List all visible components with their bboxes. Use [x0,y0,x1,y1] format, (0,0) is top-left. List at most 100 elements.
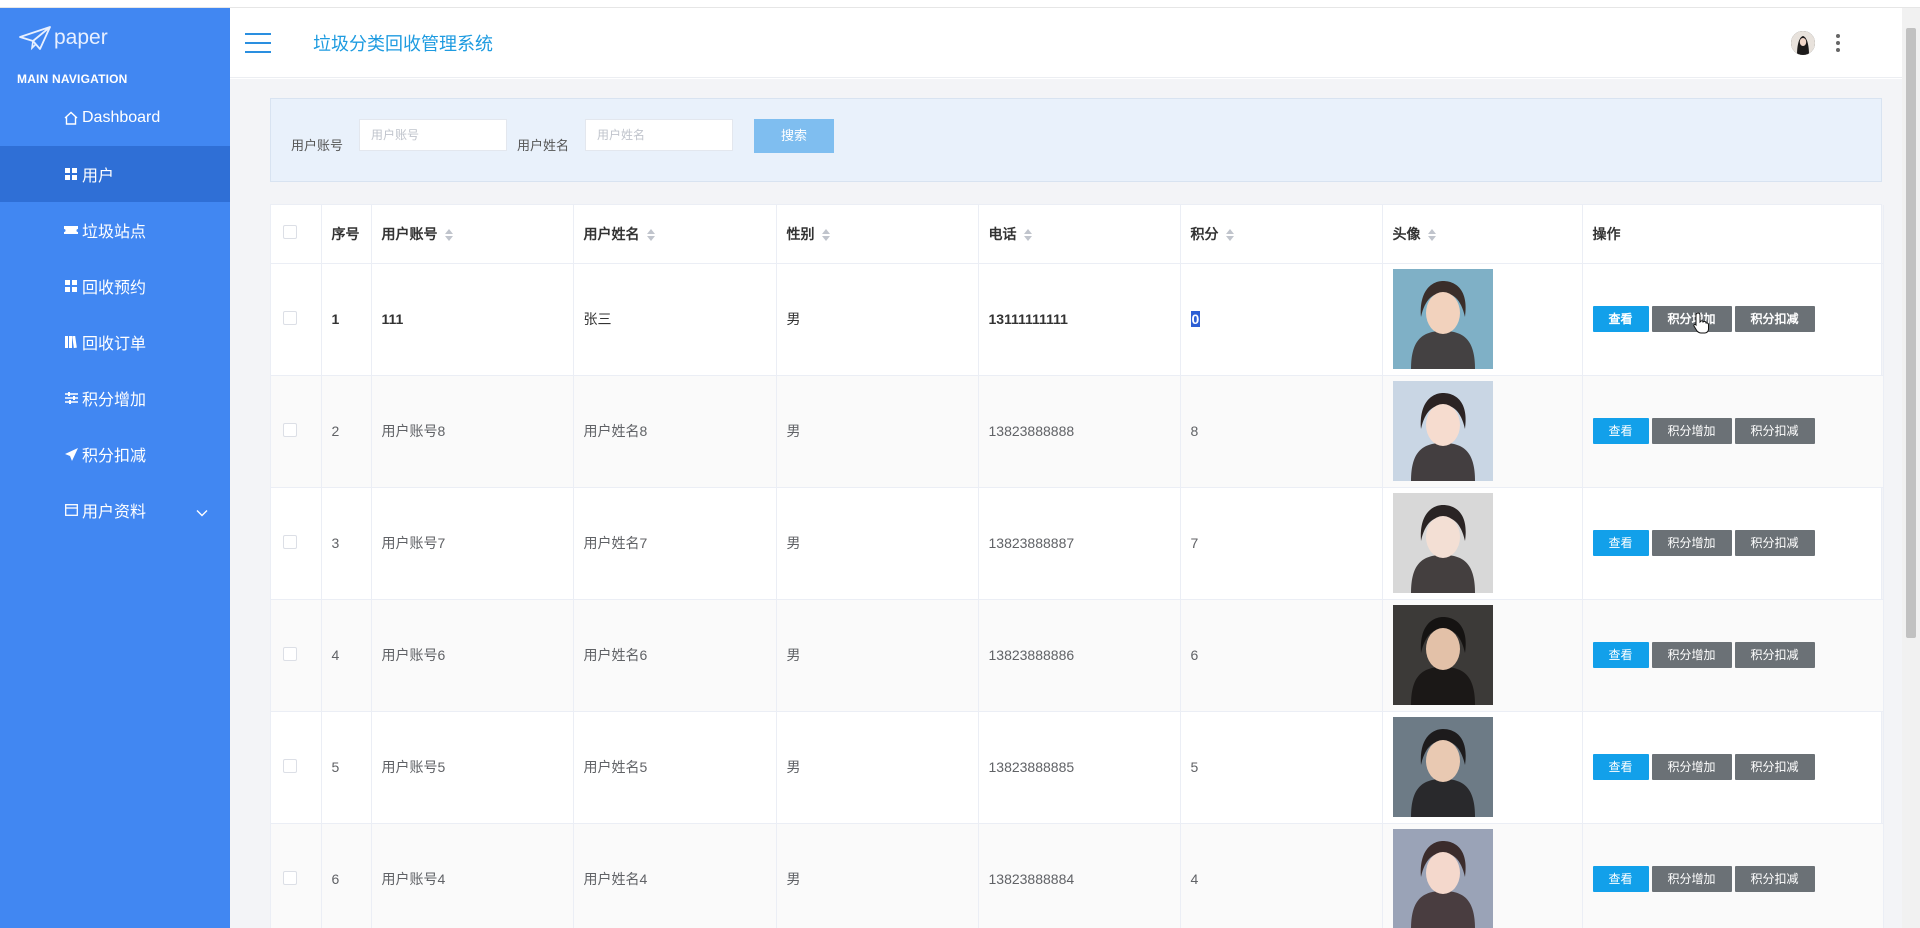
view-button[interactable]: 查看 [1592,306,1649,332]
phone-cell: 13823888886 [978,599,1181,712]
avatar-cell [1382,263,1583,376]
vertical-scrollbar[interactable] [1902,8,1920,928]
sidebar-item-orders[interactable]: 回收订单 [0,314,230,370]
column-header-name[interactable]: 用户姓名 [573,205,777,264]
sidebar-item-appointments[interactable]: 回收预约 [0,258,230,314]
view-button[interactable]: 查看 [1592,754,1649,780]
add-points-button[interactable]: 积分增加 [1651,642,1732,668]
add-points-button[interactable]: 积分增加 [1651,866,1732,892]
row-select-cell [271,599,322,712]
table-row[interactable]: 3 用户账号7 用户姓名7 男 13823888887 7 查看 积分增加 积分扣减 [271,487,1884,600]
points-cell: 7 [1180,487,1383,600]
phone-cell: 13823888885 [978,711,1181,824]
gender-cell: 男 [776,487,979,600]
view-button[interactable]: 查看 [1592,866,1649,892]
search-button[interactable]: 搜索 [754,119,834,153]
top-strip [0,0,1920,8]
user-avatar-image[interactable] [1392,717,1493,817]
user-avatar-image[interactable] [1392,605,1493,705]
deduct-points-button[interactable]: 积分扣减 [1734,754,1815,780]
table-header-row: 序号 用户账号 用户姓名 性别 电话 积分 头像 操作 [271,205,1884,264]
menu-toggle-icon[interactable] [245,32,271,53]
column-header-phone[interactable]: 电话 [978,205,1181,264]
view-button[interactable]: 查看 [1592,530,1649,556]
user-avatar-image[interactable] [1392,269,1493,369]
chevron-down-icon [196,504,208,522]
row-select-cell [271,823,322,928]
name-cell: 用户姓名6 [573,599,777,712]
points-value: 5 [1190,759,1199,775]
sort-icon[interactable] [1427,229,1437,242]
deduct-points-button[interactable]: 积分扣减 [1734,418,1815,444]
row-checkbox[interactable] [283,758,297,773]
view-button[interactable]: 查看 [1592,642,1649,668]
add-points-button[interactable]: 积分增加 [1651,418,1732,444]
table-row[interactable]: 4 用户账号6 用户姓名6 男 13823888886 6 查看 积分增加 积分扣减 [271,599,1884,712]
table-row[interactable]: 2 用户账号8 用户姓名8 男 13823888888 8 查看 积分增加 积分扣减 [271,375,1884,488]
points-cell: 0 [1180,263,1383,376]
add-points-button[interactable]: 积分增加 [1651,306,1732,332]
sidebar-item-user-profile[interactable]: 用户资料 [0,482,230,538]
select-all-checkbox[interactable] [283,225,297,240]
sidebar-item-users[interactable]: 用户 [0,146,265,202]
sort-icon[interactable] [1225,229,1235,242]
index-cell: 6 [321,823,372,928]
header-label: 用户姓名 [583,225,640,242]
header-label: 头像 [1392,225,1421,242]
book-icon [63,334,79,350]
nav-header: MAIN NAVIGATION [17,72,128,86]
user-avatar-image[interactable] [1392,493,1493,593]
column-header-account[interactable]: 用户账号 [371,205,574,264]
sort-icon[interactable] [821,229,831,242]
account-cell: 用户账号5 [371,711,574,824]
column-header-avatar[interactable]: 头像 [1382,205,1583,264]
user-avatar[interactable] [1791,31,1815,55]
deduct-points-button[interactable]: 积分扣减 [1734,530,1815,556]
points-value: 0 [1190,311,1201,327]
table-row[interactable]: 6 用户账号4 用户姓名4 男 13823888884 4 查看 积分增加 积分扣减 [271,823,1884,928]
points-cell: 6 [1180,599,1383,712]
user-avatar-image[interactable] [1392,829,1493,928]
sliders-icon [63,390,79,406]
column-header-points[interactable]: 积分 [1180,205,1383,264]
sort-icon[interactable] [1023,229,1033,242]
view-button[interactable]: 查看 [1592,418,1649,444]
main-content: 用户账号 用户账号 用户姓名 用户姓名 搜索 序号 用户账号 用户姓名 性别 电… [230,79,1902,928]
account-cell: 111 [371,263,574,376]
sort-icon[interactable] [646,229,656,242]
sidebar-item-stations[interactable]: 垃圾站点 [0,202,230,258]
row-checkbox[interactable] [283,310,297,325]
deduct-points-button[interactable]: 积分扣减 [1734,642,1815,668]
column-header-gender[interactable]: 性别 [776,205,979,264]
points-value: 6 [1190,647,1199,663]
sidebar-item-dashboard[interactable]: Dashboard [0,90,230,146]
row-checkbox[interactable] [283,534,297,549]
row-checkbox[interactable] [283,870,297,885]
sort-icon[interactable] [444,229,454,242]
logo[interactable]: paper [0,8,230,68]
avatar-cell [1382,599,1583,712]
table-row[interactable]: 5 用户账号5 用户姓名5 男 13823888885 5 查看 积分增加 积分扣减 [271,711,1884,824]
account-search-input[interactable]: 用户账号 [359,119,507,151]
actions-cell: 查看 积分增加 积分扣减 [1582,263,1884,376]
add-points-button[interactable]: 积分增加 [1651,530,1732,556]
sidebar-item-points-add[interactable]: 积分增加 [0,370,230,426]
ticket-icon [63,222,79,238]
deduct-points-button[interactable]: 积分扣减 [1734,866,1815,892]
points-cell: 8 [1180,375,1383,488]
row-checkbox[interactable] [283,422,297,437]
column-header-actions: 操作 [1582,205,1884,264]
sidebar-item-points-deduct[interactable]: 积分扣减 [0,426,230,482]
avatar-cell [1382,487,1583,600]
scrollbar-thumb[interactable] [1906,28,1916,638]
more-vertical-icon[interactable] [1836,34,1840,52]
user-avatar-image[interactable] [1392,381,1493,481]
row-checkbox[interactable] [283,646,297,661]
column-header-index: 序号 [321,205,372,264]
account-cell: 用户账号4 [371,823,574,928]
deduct-points-button[interactable]: 积分扣减 [1734,306,1815,332]
add-points-button[interactable]: 积分增加 [1651,754,1732,780]
table-row[interactable]: 1 111 张三 男 13111111111 0 查看 积分增加 积分扣减 [271,263,1884,376]
sidebar: paper MAIN NAVIGATION Dashboard 用户 垃圾站点 … [0,8,265,928]
name-search-input[interactable]: 用户姓名 [585,119,733,151]
